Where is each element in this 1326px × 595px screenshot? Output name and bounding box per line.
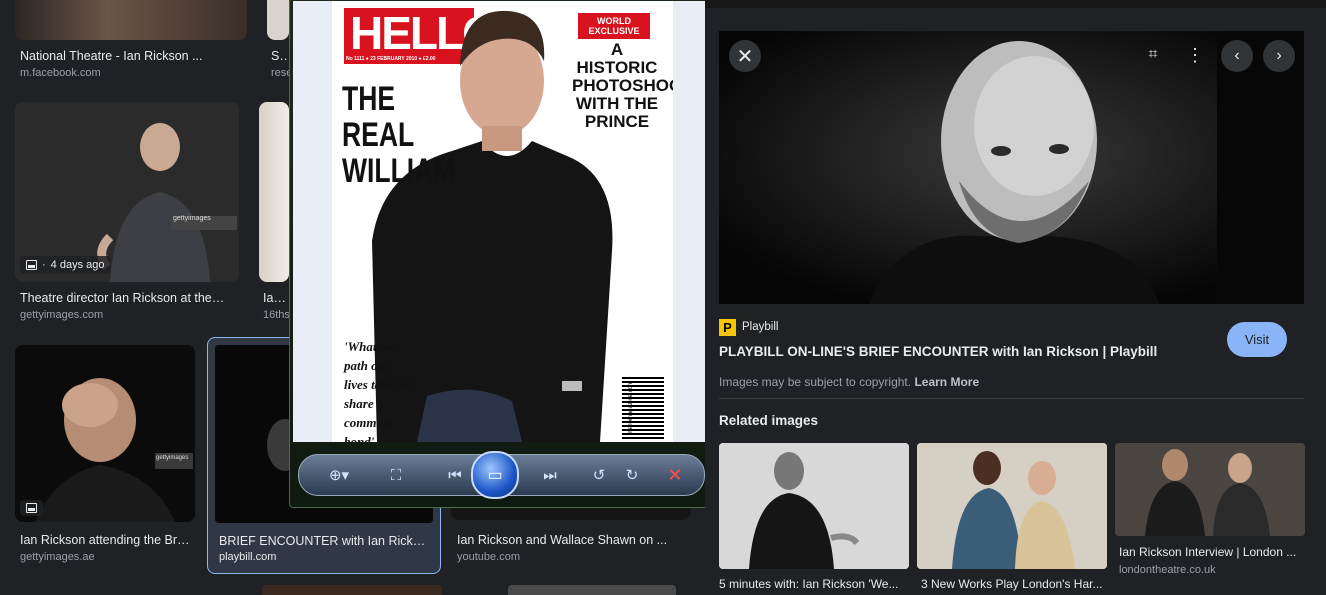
- rotate-left-icon[interactable]: ↺: [587, 464, 611, 486]
- lens-search-icon[interactable]: ⌗: [1139, 41, 1167, 69]
- preview-title[interactable]: PLAYBILL ON-LINE'S BRIEF ENCOUNTER with …: [719, 344, 1219, 359]
- result-source: rese: [271, 67, 289, 79]
- result-title[interactable]: Ian R: [263, 291, 289, 305]
- badge-label: 4 days ago: [50, 259, 105, 271]
- next-icon[interactable]: ⏭: [538, 464, 562, 486]
- cover-sidetext: A HISTORIC PHOTOSHOOT WITH THE PRINCE: [572, 40, 673, 131]
- result-thumbnail[interactable]: [267, 0, 289, 40]
- previous-image-icon[interactable]: ‹: [1221, 40, 1253, 72]
- person-photo: [1115, 443, 1305, 536]
- person-photo: [917, 443, 1107, 569]
- viewer-canvas: HELLO! No 1111 ● 23 FEBRUARY 2010 ● £2.0…: [293, 1, 706, 442]
- related-title[interactable]: Ian Rickson Interview | London ...: [1119, 545, 1305, 559]
- related-heading: Related images: [719, 413, 819, 428]
- panel-top-bar: [705, 0, 1326, 8]
- cover-headline: THE REAL WILLIAM: [342, 80, 456, 190]
- site-logo: P: [719, 319, 736, 336]
- result-source: youtube.com: [457, 551, 520, 563]
- zoom-icon[interactable]: ⊕▾: [327, 464, 351, 486]
- preview-image[interactable]: ✕ ⌗ ⋮ ‹ ›: [719, 31, 1304, 304]
- close-icon[interactable]: ✕: [729, 40, 761, 72]
- watermark-text: gettyimages: [156, 455, 189, 461]
- result-thumbnail[interactable]: [15, 0, 247, 40]
- related-title[interactable]: 5 minutes with: Ian Rickson 'We...: [719, 577, 909, 591]
- portrait-photo: [719, 31, 1304, 304]
- photo-viewer-window: HELLO! No 1111 ● 23 FEBRUARY 2010 ● £2.0…: [289, 0, 712, 508]
- next-image-icon[interactable]: ›: [1263, 40, 1295, 72]
- image-preview-panel: ✕ ⌗ ⋮ ‹ › P Playbill PLAYBILL ON-LINE'S …: [705, 0, 1326, 591]
- copyright-note: Images may be subject to copyright. Lear…: [719, 375, 979, 389]
- image-icon: [26, 260, 37, 270]
- person-photo: [719, 443, 909, 569]
- related-title[interactable]: 3 New Works Play London's Har...: [921, 577, 1107, 591]
- related-thumbnail[interactable]: [719, 443, 909, 569]
- person-photo: [15, 102, 239, 282]
- result-source: gettyimages.ae: [20, 551, 95, 563]
- result-thumbnail[interactable]: gettyimages: [15, 345, 195, 522]
- result-thumbnail[interactable]: [508, 585, 676, 595]
- viewer-toolbar: ⊕▾ ⛶ ⏮ ▭ ⏭ ↺ ↻ ✕: [298, 451, 705, 499]
- related-thumbnail[interactable]: [1115, 443, 1305, 536]
- related-thumbnail[interactable]: [917, 443, 1107, 569]
- cover-quote: 'Whatever path our lives take we share a…: [344, 339, 412, 442]
- barcode: [620, 375, 666, 441]
- image-icon: [26, 503, 37, 513]
- result-title[interactable]: Sta: [271, 49, 289, 63]
- result-title[interactable]: National Theatre - Ian Rickson ...: [20, 49, 245, 63]
- time-badge: · 4 days ago: [20, 256, 111, 274]
- watermark-text: gettyimages: [173, 215, 211, 222]
- result-thumbnail[interactable]: gettyimages · 4 days ago: [15, 102, 239, 282]
- result-thumbnail[interactable]: [259, 102, 289, 282]
- divider: [719, 398, 1304, 399]
- magazine-cover: HELLO! No 1111 ● 23 FEBRUARY 2010 ● £2.0…: [332, 1, 673, 442]
- rotate-right-icon[interactable]: ↻: [620, 464, 644, 486]
- result-thumbnail[interactable]: [262, 585, 442, 595]
- site-name[interactable]: Playbill: [742, 321, 778, 333]
- learn-more-link[interactable]: Learn More: [914, 375, 979, 389]
- image-badge: [20, 500, 43, 516]
- result-title[interactable]: Theatre director Ian Rickson at the ...: [20, 291, 225, 305]
- result-source: gettyimages.com: [20, 309, 104, 321]
- previous-icon[interactable]: ⏮: [443, 464, 467, 486]
- result-title[interactable]: Ian Rickson and Wallace Shawn on ...: [457, 533, 672, 547]
- fit-to-window-icon[interactable]: ⛶: [384, 464, 408, 486]
- slideshow-icon[interactable]: ▭: [471, 451, 519, 499]
- result-title[interactable]: Ian Rickson attending the Bro...: [20, 533, 192, 547]
- result-source: playbill.com: [219, 551, 277, 563]
- visit-button[interactable]: Visit: [1227, 322, 1287, 357]
- person-photo: [15, 345, 195, 522]
- delete-icon[interactable]: ✕: [663, 464, 687, 486]
- related-source: londontheatre.co.uk: [1119, 564, 1216, 576]
- copyright-text: Images may be subject to copyright.: [719, 375, 912, 389]
- result-source: 16ths: [263, 309, 289, 321]
- result-source: m.facebook.com: [20, 67, 101, 79]
- barcode-text: hellomagazine.com: [628, 381, 634, 433]
- more-options-icon[interactable]: ⋮: [1181, 41, 1209, 69]
- result-title[interactable]: BRIEF ENCOUNTER with Ian Rickson...: [219, 534, 431, 548]
